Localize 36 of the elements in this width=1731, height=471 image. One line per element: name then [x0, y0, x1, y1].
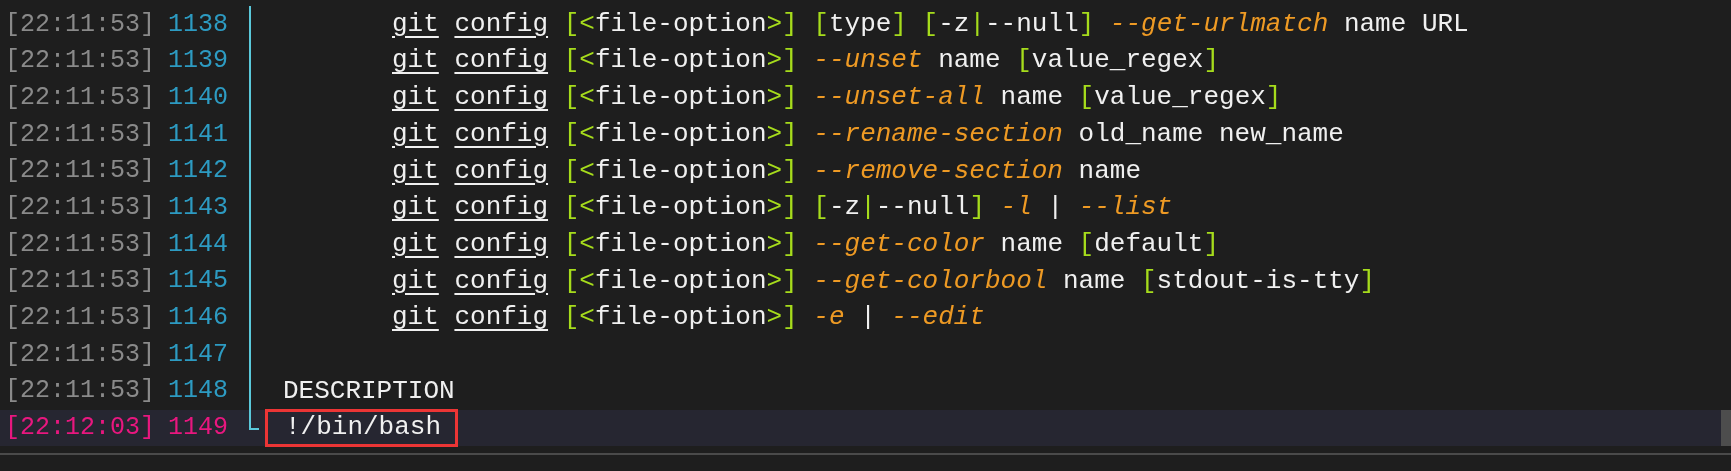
timestamp: [22:11:53] [4, 192, 157, 225]
terminal-line: git config [<file-option>] -e | --edit [392, 302, 985, 334]
line-number: 1144 [168, 228, 229, 261]
timestamp: [22:11:53] [4, 375, 157, 408]
timestamp: [22:11:53] [4, 228, 157, 261]
terminal-line: git config [<file-option>] --remove-section name [392, 155, 1141, 187]
section-heading: DESCRIPTION [283, 375, 455, 407]
line-number: 1138 [168, 8, 229, 41]
timestamp: [22:11:53] [4, 265, 157, 298]
timestamp: [22:11:53] [4, 155, 157, 188]
terminal-line: git config [<file-option>] [-z|--null] -l | --list [392, 192, 1173, 224]
timestamp: [22:12:03] [4, 412, 157, 445]
terminal-line: git config [<file-option>] [type] [-z|--null] --get-urlmatch name URL [392, 8, 1469, 40]
terminal-line: git config [<file-option>] --rename-section old_name new_name [392, 118, 1344, 150]
terminal-line: git config [<file-option>] --unset-all name [value_regex] [392, 82, 1282, 114]
line-number: 1139 [168, 45, 229, 78]
timestamp: [22:11:53] [4, 8, 157, 41]
highlighted-command: !/bin/bash [265, 409, 459, 447]
line-number: 1140 [168, 81, 229, 114]
line-number: 1142 [168, 155, 229, 188]
timestamp: [22:11:53] [4, 302, 157, 335]
line-number: 1148 [168, 375, 229, 408]
terminal-line: git config [<file-option>] --get-colorbool name [stdout-is-tty] [392, 265, 1376, 297]
line-number: 1146 [168, 302, 229, 335]
scrollbar-thumb[interactable] [1721, 410, 1731, 446]
line-number: 1149 [168, 412, 229, 445]
timestamp: [22:11:53] [4, 338, 157, 371]
timestamp: [22:11:53] [4, 81, 157, 114]
line-number: 1141 [168, 118, 229, 151]
line-number: 1143 [168, 192, 229, 225]
line-number: 1145 [168, 265, 229, 298]
timestamp: [22:11:53] [4, 45, 157, 78]
line-number: 1147 [168, 338, 229, 371]
terminal-line: git config [<file-option>] --unset name [value_regex] [392, 45, 1220, 77]
terminal-line: git config [<file-option>] --get-color name [default] [392, 228, 1220, 261]
timestamp: [22:11:53] [4, 118, 157, 151]
